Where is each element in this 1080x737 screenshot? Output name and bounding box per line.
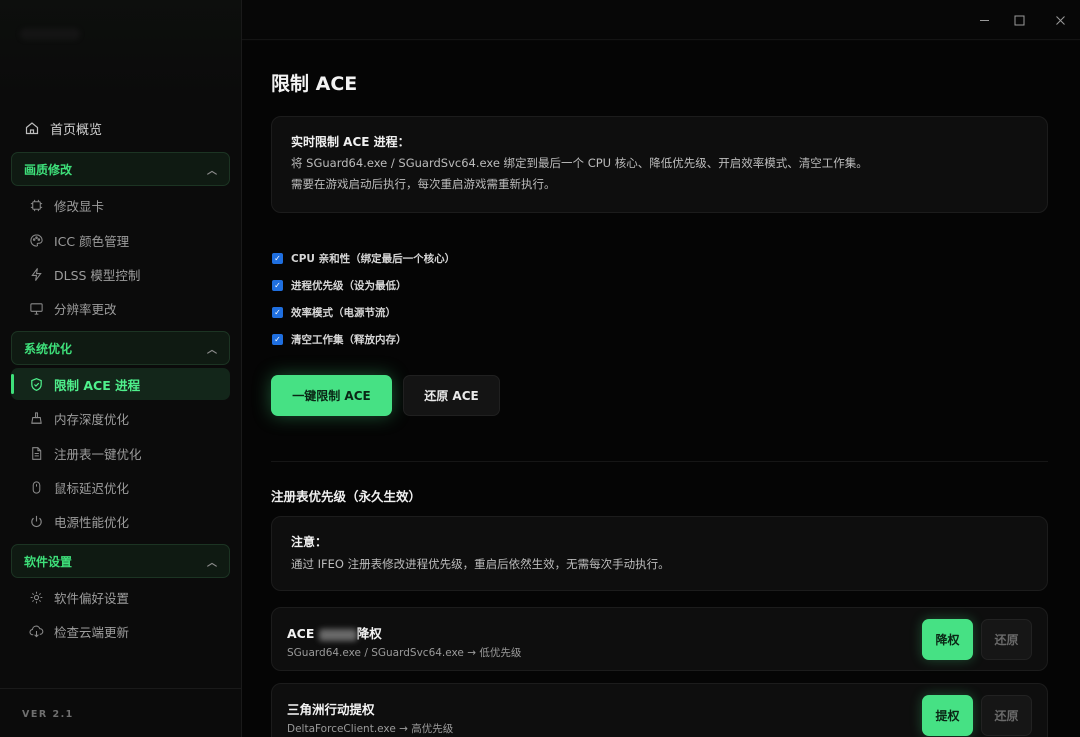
group-header-settings[interactable]: 软件设置 ︿ (11, 544, 230, 578)
palette-icon (30, 233, 43, 247)
info-line-2: 需要在游戏启动后执行，每次重启游戏需重新执行。 (291, 177, 556, 191)
title-bar (242, 0, 1080, 40)
lower-priority-button[interactable]: 降权 (922, 619, 973, 660)
sidebar-item-label: 检查云端更新 (54, 624, 130, 640)
option-label: CPU 亲和性（绑定最后一个核心） (291, 253, 456, 265)
option-cpu-affinity[interactable]: ✓ CPU 亲和性（绑定最后一个核心） (272, 251, 455, 266)
gear-icon (30, 591, 43, 603)
cloud-download-icon (29, 625, 44, 637)
sidebar-item-registry[interactable]: 注册表一键优化 (11, 437, 230, 469)
sidebar-item-memory[interactable]: 内存深度优化 (11, 402, 230, 434)
version-label: VER 2.1 (0, 688, 241, 737)
sidebar-item-label: 注册表一键优化 (54, 446, 142, 462)
sidebar-item-label: DLSS 模型控制 (54, 267, 141, 283)
broom-icon (31, 411, 42, 424)
sidebar-item-label: 首页概览 (50, 122, 103, 138)
sidebar-item-resolution[interactable]: 分辨率更改 (11, 292, 230, 324)
close-button[interactable] (1050, 10, 1070, 30)
sidebar-item-mouse[interactable]: 鼠标延迟优化 (11, 471, 230, 503)
sidebar-item-label: 鼠标延迟优化 (54, 480, 130, 496)
row-title-prefix: ACE (287, 626, 315, 641)
group-label: 系统优化 (24, 341, 73, 356)
sidebar-item-label: 分辨率更改 (54, 301, 117, 317)
sidebar-item-label: 修改显卡 (54, 198, 105, 214)
limit-ace-button[interactable]: 一键限制 ACE (271, 375, 392, 416)
row-title-suffix: 降权 (356, 626, 382, 641)
chip-icon (30, 199, 43, 211)
notice-title: 注意： (291, 535, 328, 549)
group-label: 软件设置 (24, 554, 73, 569)
sidebar-item-label: 内存深度优化 (54, 411, 130, 427)
sidebar: 首页概览 画质修改 ︿ 修改显卡 ICC 颜色管理 DLSS 模型控制 分辨率更… (0, 0, 242, 737)
sidebar-item-limit-ace[interactable]: 限制 ACE 进程 (11, 368, 230, 400)
app-logo (20, 28, 80, 40)
restore-button[interactable]: 还原 (981, 695, 1032, 736)
chevron-up-icon: ︿ (207, 344, 217, 356)
sidebar-item-power[interactable]: 电源性能优化 (11, 505, 230, 537)
row-subtitle: DeltaForceClient.exe → 高优先级 (287, 723, 454, 735)
raise-priority-button[interactable]: 提权 (922, 695, 973, 736)
page-title: 限制 ACE (271, 73, 358, 95)
group-header-system[interactable]: 系统优化 ︿ (11, 331, 230, 365)
registry-row: ACE 降权 SGuard64.exe / SGuardSvc64.exe → … (271, 607, 1048, 671)
shield-check-icon (31, 377, 42, 391)
chevron-up-icon: ︿ (207, 557, 217, 569)
minimize-icon (979, 19, 989, 21)
redacted-text (318, 628, 357, 641)
row-title: 三角洲行动提权 (287, 702, 375, 717)
section-title: 注册表优先级（永久生效） (271, 489, 422, 504)
divider (271, 461, 1048, 462)
sidebar-item-home[interactable]: 首页概览 (12, 114, 230, 142)
sidebar-item-gpu[interactable]: 修改显卡 (11, 189, 230, 221)
option-working-set[interactable]: ✓ 清空工作集（释放内存） (272, 332, 407, 347)
row-title: ACE 降权 (287, 623, 1032, 642)
info-card: 实时限制 ACE 进程： 将 SGuard64.exe / SGuardSvc6… (271, 116, 1048, 213)
registry-row: 三角洲行动提权 DeltaForceClient.exe → 高优先级 提权 还… (271, 683, 1048, 737)
chevron-up-icon: ︿ (207, 165, 217, 177)
info-title: 实时限制 ACE 进程： (291, 135, 410, 149)
main-content: 限制 ACE 实时限制 ACE 进程： 将 SGuard64.exe / SGu… (242, 41, 1080, 737)
info-line-1: 将 SGuard64.exe / SGuardSvc64.exe 绑定到最后一个… (291, 156, 868, 170)
option-label: 清空工作集（释放内存） (291, 334, 407, 346)
sidebar-item-label: 软件偏好设置 (54, 590, 130, 606)
monitor-icon (30, 302, 43, 315)
sidebar-item-label: ICC 颜色管理 (54, 233, 130, 249)
option-efficiency[interactable]: ✓ 效率模式（电源节流） (272, 305, 396, 320)
power-icon (31, 515, 42, 527)
sidebar-item-update[interactable]: 检查云端更新 (11, 615, 230, 647)
option-label: 效率模式（电源节流） (291, 307, 396, 319)
sidebar-item-dlss[interactable]: DLSS 模型控制 (11, 258, 230, 290)
group-label: 画质修改 (24, 162, 73, 177)
sidebar-item-label: 电源性能优化 (54, 514, 130, 530)
row-subtitle: SGuard64.exe / SGuardSvc64.exe → 低优先级 (287, 647, 522, 659)
option-label: 进程优先级（设为最低） (291, 280, 407, 292)
checkbox-checked-icon[interactable]: ✓ (272, 334, 283, 345)
mouse-icon (32, 480, 41, 494)
maximize-button[interactable] (1009, 10, 1029, 30)
sidebar-item-label: 限制 ACE 进程 (54, 377, 141, 393)
group-header-graphics[interactable]: 画质修改 ︿ (11, 152, 230, 186)
checkbox-checked-icon[interactable]: ✓ (272, 307, 283, 318)
checkbox-checked-icon[interactable]: ✓ (272, 253, 283, 264)
close-icon (1055, 15, 1065, 25)
lightning-icon (31, 267, 42, 281)
restore-ace-button[interactable]: 还原 ACE (403, 375, 500, 416)
sidebar-item-preferences[interactable]: 软件偏好设置 (11, 581, 230, 613)
sidebar-item-icc[interactable]: ICC 颜色管理 (11, 224, 230, 256)
notice-text: 通过 IFEO 注册表修改进程优先级，重启后依然生效，无需每次手动执行。 (291, 557, 670, 571)
restore-button[interactable]: 还原 (981, 619, 1032, 660)
maximize-icon (1014, 15, 1024, 25)
option-priority[interactable]: ✓ 进程优先级（设为最低） (272, 278, 407, 293)
checkbox-checked-icon[interactable]: ✓ (272, 280, 283, 291)
home-icon (25, 122, 39, 135)
notice-card: 注意： 通过 IFEO 注册表修改进程优先级，重启后依然生效，无需每次手动执行。 (271, 516, 1048, 591)
minimize-button[interactable] (974, 10, 994, 30)
logo-area (0, 0, 241, 95)
document-icon (32, 446, 42, 460)
